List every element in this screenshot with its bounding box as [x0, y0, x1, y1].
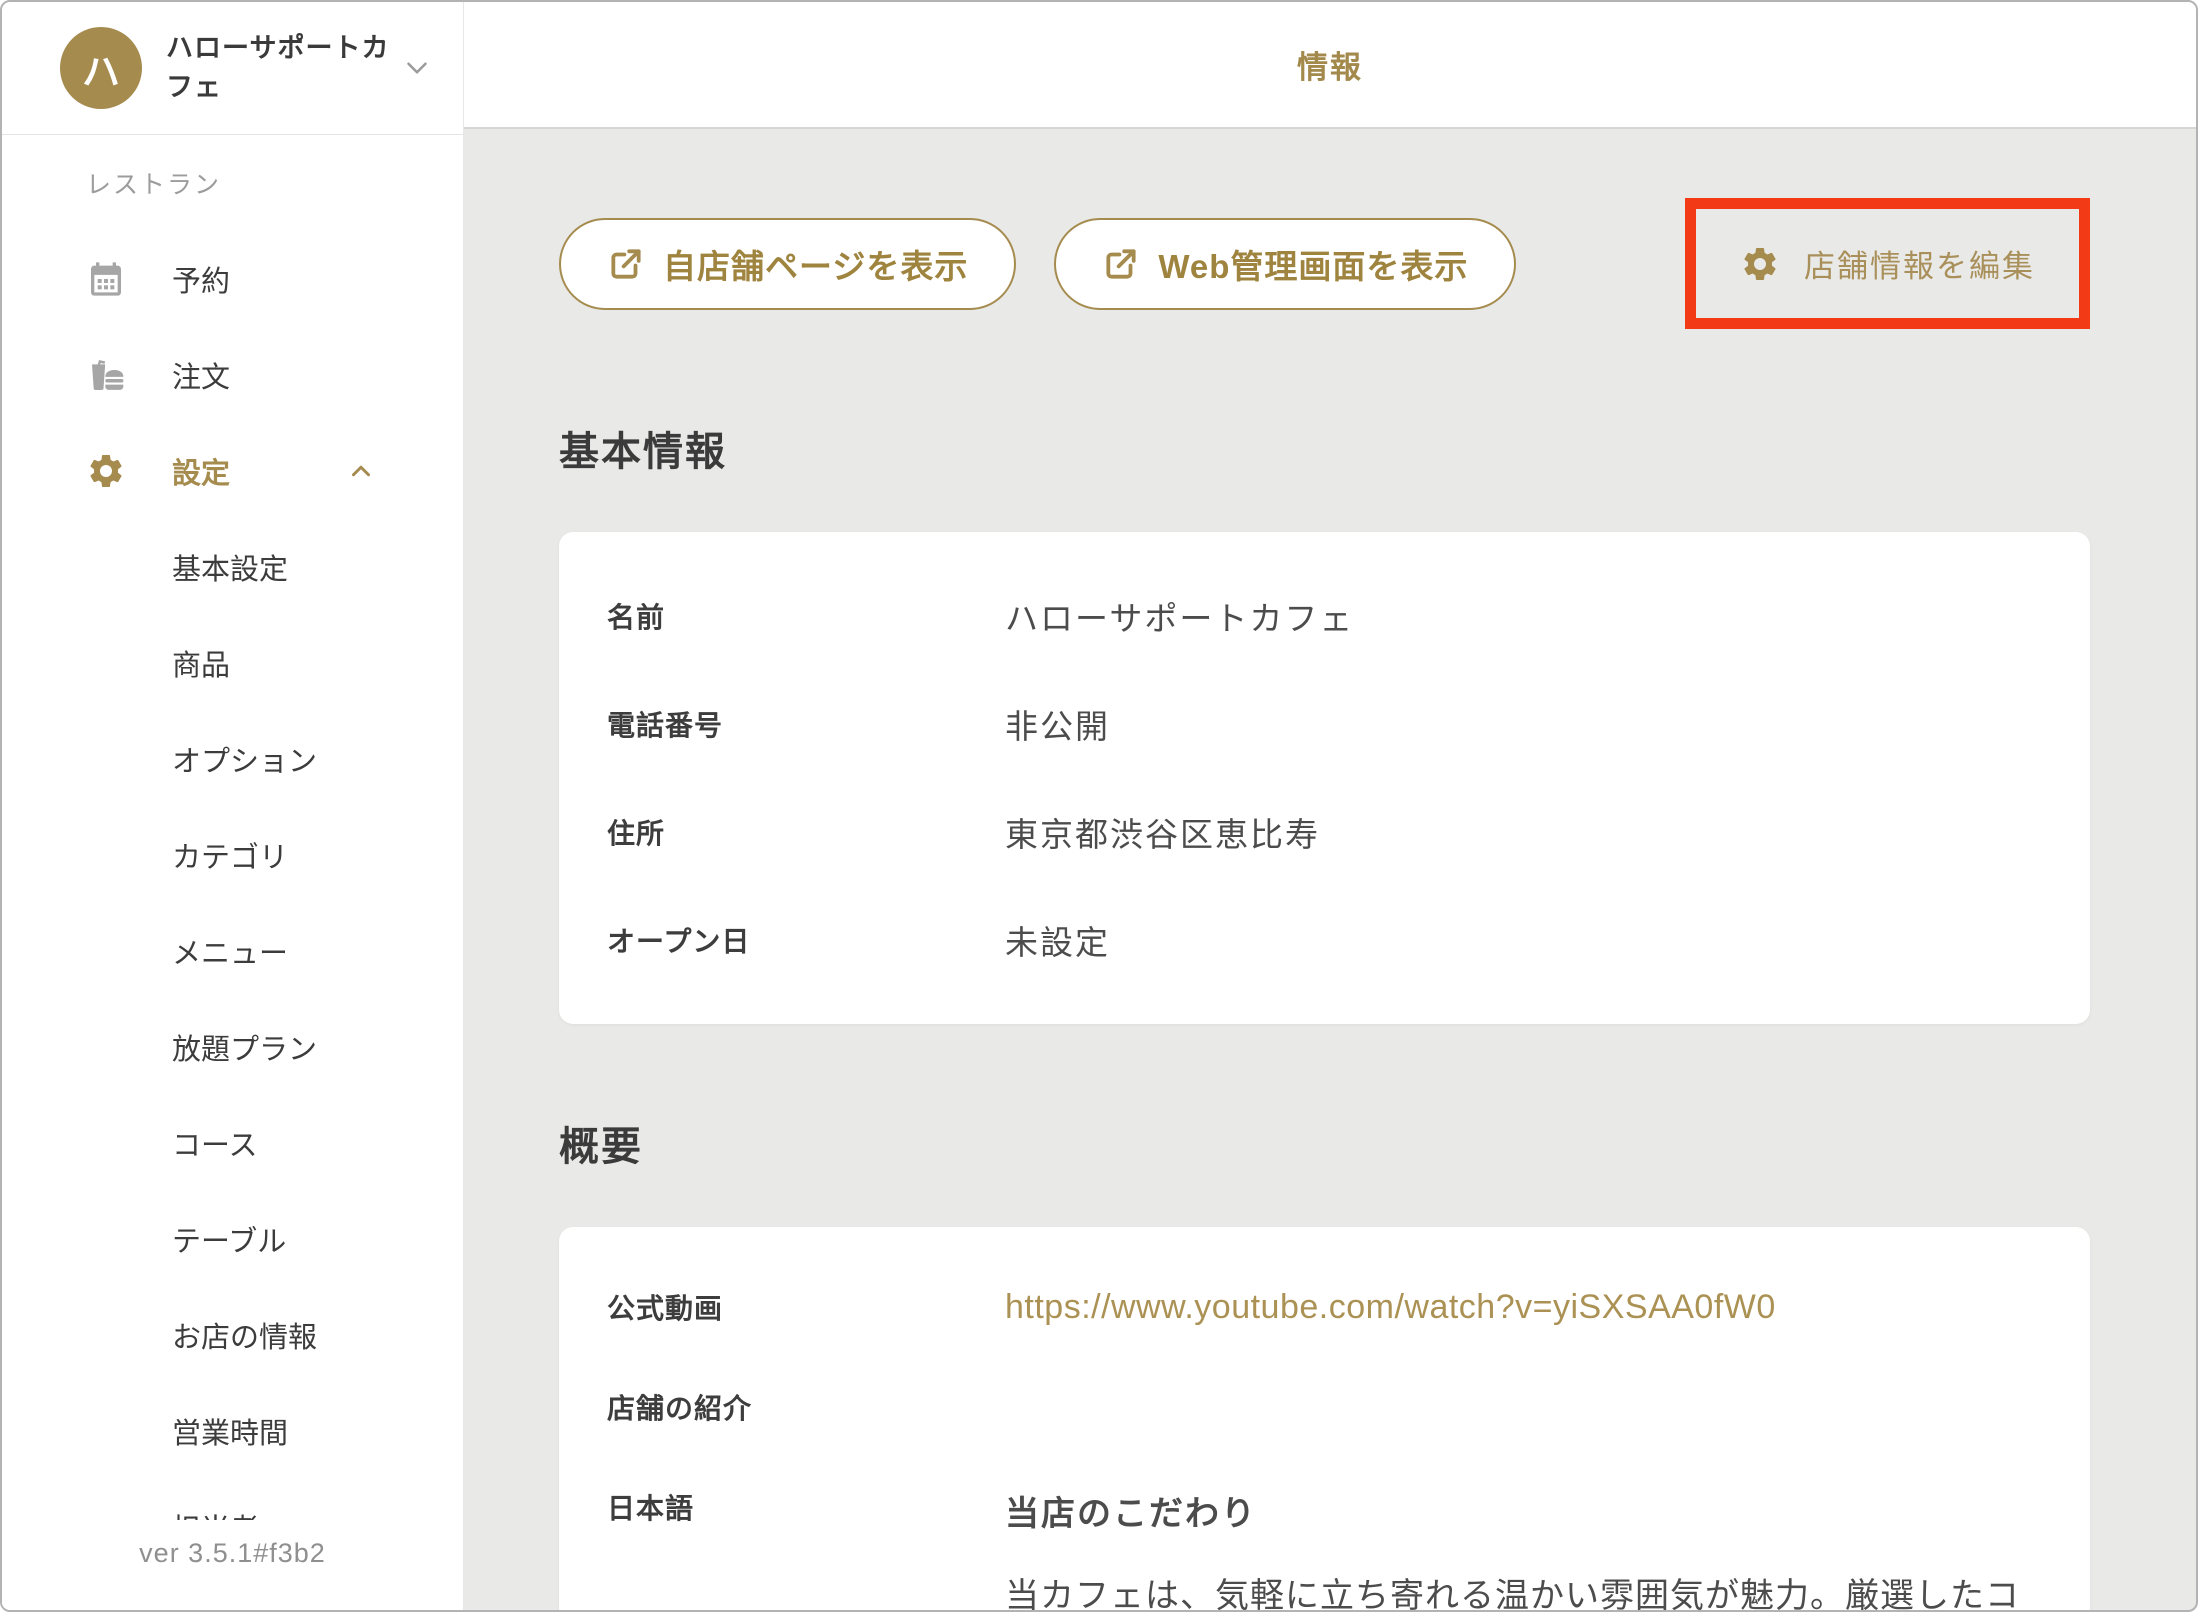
overview-row-store-intro: 店舗の紹介 [559, 1357, 2090, 1457]
calendar-icon [86, 259, 126, 299]
sidebar-item-label: 注文 [172, 354, 230, 396]
sidebar-nav: 予約 注文 設定 [2, 231, 463, 1575]
main-area: 情報 自店舗ページを表示 Web管理画面を表示 [464, 2, 2196, 1610]
edit-store-info-button[interactable]: 店舗情報を編集 [1740, 241, 2035, 286]
sidebar-item-tables[interactable]: テーブル [2, 1191, 463, 1287]
account-name: ハローサポートカフェ [166, 29, 398, 107]
row-label: 公式動画 [607, 1287, 1005, 1327]
page-title: 情報 [1297, 42, 1363, 87]
info-row-address: 住所 東京都渋谷区恵比寿 [559, 778, 2090, 886]
overview-row-japanese: 日本語 当店のこだわり 当カフェは、気軽に立ち寄れる温かい雰囲気が魅力。厳選した… [559, 1457, 2090, 1612]
page-content: 自店舗ページを表示 Web管理画面を表示 店 [464, 129, 2196, 1612]
row-value: 非公開 [1005, 700, 1110, 748]
official-video-link[interactable]: https://www.youtube.com/watch?v=yiSXSAA0… [1005, 1288, 1776, 1327]
sidebar-item-categories[interactable]: カテゴリ [2, 807, 463, 903]
sidebar-item-courses[interactable]: コース [2, 1095, 463, 1191]
info-row-phone: 電話番号 非公開 [559, 670, 2090, 778]
row-label: オープン日 [607, 920, 1005, 960]
sidebar-item-reservations[interactable]: 予約 [2, 231, 463, 327]
row-label: 日本語 [607, 1487, 1005, 1527]
account-switcher[interactable]: ハ ハローサポートカフェ [2, 2, 463, 135]
sidebar-item-settings[interactable]: 設定 [2, 423, 463, 519]
sidebar-item-business-hours[interactable]: 営業時間 [2, 1383, 463, 1479]
page-header: 情報 [464, 2, 2196, 129]
external-link-icon [1102, 245, 1140, 283]
view-web-admin-button[interactable]: Web管理画面を表示 [1054, 218, 1516, 310]
sidebar-item-all-you-can-plans[interactable]: 放題プラン [2, 999, 463, 1095]
sidebar: ハ ハローサポートカフェ レストラン 予約 [2, 2, 464, 1610]
chevron-down-icon [400, 51, 434, 85]
sidebar-item-orders[interactable]: 注文 [2, 327, 463, 423]
row-label: 名前 [607, 596, 1005, 636]
sidebar-item-products[interactable]: 商品 [2, 615, 463, 711]
sidebar-item-label: 設定 [172, 450, 230, 492]
sidebar-section-label: レストラン [86, 165, 463, 201]
app-version: ver 3.5.1#f3b2 [139, 1538, 326, 1568]
view-store-page-button[interactable]: 自店舗ページを表示 [559, 218, 1016, 310]
row-value: 東京都渋谷区恵比寿 [1005, 808, 1320, 856]
sidebar-item-label: 予約 [172, 258, 230, 300]
sidebar-item-options[interactable]: オプション [2, 711, 463, 807]
gear-icon [1740, 244, 1780, 284]
sidebar-item-basic-settings[interactable]: 基本設定 [2, 519, 463, 615]
app-window: ハ ハローサポートカフェ レストラン 予約 [0, 0, 2198, 1612]
row-value: 未設定 [1005, 916, 1110, 964]
edit-store-info-highlight: 店舗情報を編集 [1685, 198, 2090, 329]
row-value: ハローサポートカフェ [1005, 592, 1354, 640]
toolbar: 自店舗ページを表示 Web管理画面を表示 店 [559, 198, 2090, 329]
overview-card: 公式動画 https://www.youtube.com/watch?v=yiS… [559, 1227, 2090, 1612]
edit-store-info-label: 店舗情報を編集 [1804, 241, 2035, 286]
chevron-up-icon [346, 456, 376, 486]
external-link-icon [607, 245, 645, 283]
fastfood-icon [86, 355, 126, 395]
store-intro-body: 当カフェは、気軽に立ち寄れる温かい雰囲気が魅力。厳選したコーヒー豆や新鮮な食材を… [1005, 1569, 2042, 1612]
store-intro-text: 当店のこだわり 当カフェは、気軽に立ち寄れる温かい雰囲気が魅力。厳選したコーヒー… [1005, 1487, 2042, 1612]
info-row-open-date: オープン日 未設定 [559, 886, 2090, 994]
overview-heading: 概要 [559, 1114, 2090, 1172]
avatar: ハ [60, 27, 142, 109]
sidebar-item-menus[interactable]: メニュー [2, 903, 463, 999]
basic-info-card: 名前 ハローサポートカフェ 電話番号 非公開 住所 東京都渋谷区恵比寿 オープン… [559, 532, 2090, 1024]
gear-icon [86, 451, 126, 491]
basic-info-heading: 基本情報 [559, 419, 2090, 477]
store-intro-title: 当店のこだわり [1005, 1487, 2042, 1543]
info-row-name: 名前 ハローサポートカフェ [559, 562, 2090, 670]
sidebar-footer: ver 3.5.1#f3b2 [2, 1520, 463, 1610]
row-label: 店舗の紹介 [607, 1387, 1005, 1427]
overview-row-video: 公式動画 https://www.youtube.com/watch?v=yiS… [559, 1257, 2090, 1357]
sidebar-item-store-info[interactable]: お店の情報 [2, 1287, 463, 1383]
row-label: 電話番号 [607, 704, 1005, 744]
row-label: 住所 [607, 812, 1005, 852]
